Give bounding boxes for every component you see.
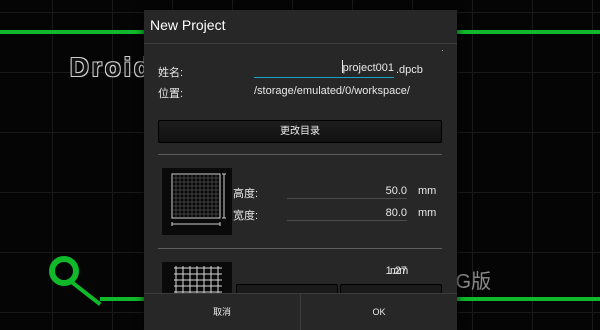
dialog-footer: 取消 OK — [144, 293, 457, 330]
width-unit: mm — [418, 207, 437, 219]
cancel-button[interactable]: 取消 — [144, 294, 301, 330]
height-input[interactable]: 50.0 — [287, 184, 407, 199]
file-extension: .dpcb — [396, 64, 423, 76]
change-directory-button[interactable]: 更改目录 — [158, 120, 442, 143]
new-project-dialog: New Project 姓名: project001 .dpcb 位置: /st… — [144, 10, 457, 330]
pcb-pad-icon — [49, 256, 79, 286]
height-unit: mm — [418, 185, 437, 197]
location-path: /storage/emulated/0/workspace/ — [254, 85, 410, 97]
app-logo: Droid — [70, 52, 153, 82]
grid-input[interactable]: 1.27 — [287, 264, 407, 278]
name-label: 姓名: — [158, 67, 184, 79]
width-label: 宽度: — [233, 210, 259, 222]
location-label: 位置: — [158, 88, 184, 100]
project-name-value: project001 — [342, 62, 394, 74]
board-size-preview-icon — [162, 168, 232, 235]
height-label: 高度: — [233, 188, 259, 200]
grid-unit: mm — [390, 265, 409, 277]
scroll-indicator — [442, 50, 443, 51]
project-name-input[interactable]: project001 — [254, 60, 394, 78]
title-divider — [144, 43, 457, 44]
dialog-title: New Project — [150, 17, 226, 33]
width-input[interactable]: 80.0 — [287, 206, 407, 221]
section-divider — [158, 154, 442, 155]
ok-button[interactable]: OK — [301, 294, 457, 330]
section-divider-2 — [158, 248, 442, 249]
